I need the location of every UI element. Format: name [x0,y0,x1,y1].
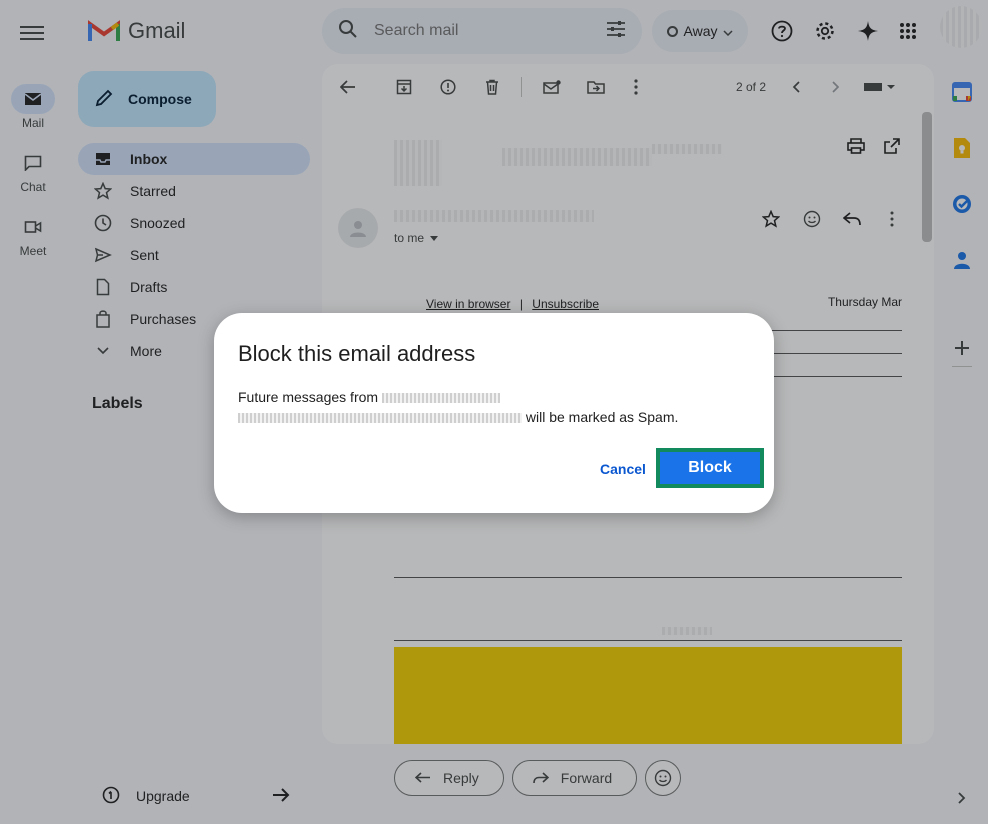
dialog-title: Block this email address [238,341,476,366]
redacted-sender-name [381,393,500,404]
cancel-button[interactable]: Cancel [590,455,656,483]
dialog-message-prefix: Future messages from [238,389,379,405]
dialog-message-suffix: will be marked as Spam. [525,409,679,425]
dialog-message: Future messages from will be marked as S… [238,387,748,427]
block-button[interactable]: Block [656,448,764,488]
redacted-sender-email [238,413,522,424]
block-sender-dialog: Block this email address Future messages… [214,313,774,513]
